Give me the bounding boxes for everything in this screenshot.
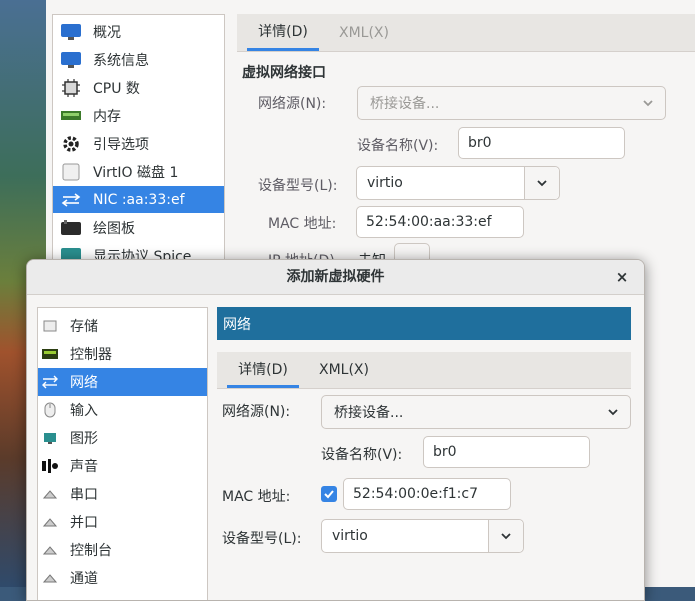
device-model-label: 设备型号(L):: [258, 178, 338, 194]
parallel-icon: [42, 514, 58, 530]
channel-icon: [42, 570, 58, 586]
list-item-label: 串口: [70, 487, 98, 503]
monitor-icon: [61, 51, 81, 69]
list-item-label: 网络: [70, 375, 98, 391]
network-source-value: 桥接设备...: [334, 405, 404, 421]
list-item-sound[interactable]: 声音: [38, 452, 207, 480]
sidebar-item-tablet[interactable]: 绘图板: [53, 214, 224, 241]
dialog-header: 添加新虚拟硬件 ×: [27, 260, 644, 295]
mac-field[interactable]: 52:54:00:aa:33:ef: [356, 206, 524, 238]
network-source-value: 桥接设备...: [370, 96, 440, 112]
list-item-label: 控制台: [70, 543, 112, 559]
sidebar-item-label: VirtIO 磁盘 1: [93, 164, 179, 181]
sidebar-item-boot[interactable]: 引导选项: [53, 130, 224, 157]
mac-field[interactable]: 52:54:00:0e:f1:c7: [343, 478, 511, 510]
close-icon[interactable]: ×: [612, 267, 632, 287]
gear-icon: [61, 135, 81, 153]
list-item-parallel[interactable]: 并口: [38, 508, 207, 536]
sidebar-item-nic[interactable]: NIC :aa:33:ef: [53, 186, 224, 213]
network-source-combo[interactable]: 桥接设备...: [357, 86, 666, 120]
device-name-label: 设备名称(V):: [357, 138, 439, 154]
sidebar-item-label: NIC :aa:33:ef: [93, 191, 185, 208]
graphics-icon: [42, 430, 58, 446]
add-hardware-dialog: 添加新虚拟硬件 × 存储 控制器 网络 输入 图形 声音 串口 并口 控制台 通…: [26, 259, 645, 601]
dialog-tabs: 详情(D) XML(X): [217, 352, 631, 389]
mac-label: MAC 地址:: [222, 489, 291, 505]
chevron-down-icon: [501, 533, 511, 540]
controller-icon: [42, 346, 58, 362]
mac-label: MAC 地址:: [268, 216, 337, 232]
sidebar-item-label: CPU 数: [93, 80, 140, 97]
list-item-label: 输入: [70, 403, 98, 419]
disk-icon: [61, 163, 81, 181]
sidebar-item-cpu[interactable]: CPU 数: [53, 74, 224, 101]
sidebar-item-memory[interactable]: 内存: [53, 102, 224, 129]
list-item-input[interactable]: 输入: [38, 396, 207, 424]
sidebar-item-label: 内存: [93, 108, 121, 125]
dropdown-button[interactable]: [524, 167, 559, 199]
chevron-down-icon: [643, 100, 653, 107]
sidebar-item-label: 绘图板: [93, 220, 135, 237]
sound-icon: [42, 458, 58, 474]
tab-xml[interactable]: XML(X): [329, 14, 399, 51]
mouse-icon: [42, 402, 58, 418]
device-name-label: 设备名称(V):: [321, 447, 403, 463]
list-item-graphics[interactable]: 图形: [38, 424, 207, 452]
chevron-down-icon: [608, 409, 618, 416]
serial-icon: [42, 486, 58, 502]
list-item-console[interactable]: 控制台: [38, 536, 207, 564]
list-item-label: 控制器: [70, 347, 112, 363]
list-item-controller[interactable]: 控制器: [38, 340, 207, 368]
sidebar-item-overview[interactable]: 概况: [53, 18, 224, 45]
sidebar-item-system-info[interactable]: 系统信息: [53, 46, 224, 73]
sidebar-item-label: 系统信息: [93, 52, 149, 69]
network-icon: [61, 191, 81, 209]
section-banner: 网络: [217, 307, 631, 340]
hardware-list: 概况 系统信息 CPU 数 内存 引导选项 VirtIO 磁盘 1 NIC :a…: [52, 14, 225, 276]
memory-icon: [61, 107, 81, 125]
tab-details[interactable]: 详情(D): [247, 14, 319, 51]
device-model-combo[interactable]: virtio: [356, 166, 560, 200]
device-model-value: virtio: [332, 528, 368, 544]
list-item-label: 通道: [70, 571, 98, 587]
console-icon: [42, 542, 58, 558]
dialog-title: 添加新虚拟硬件: [286, 269, 385, 285]
hardware-type-list: 存储 控制器 网络 输入 图形 声音 串口 并口 控制台 通道: [37, 307, 208, 600]
device-model-combo[interactable]: virtio: [321, 519, 524, 553]
dropdown-button[interactable]: [488, 520, 523, 552]
cpu-icon: [61, 78, 81, 97]
list-item-label: 声音: [70, 459, 98, 475]
list-item-channel[interactable]: 通道: [38, 564, 207, 592]
network-icon: [42, 374, 58, 390]
sidebar-item-disk[interactable]: VirtIO 磁盘 1: [53, 158, 224, 185]
sidebar-item-label: 概况: [93, 24, 121, 41]
tablet-icon: [61, 219, 81, 237]
device-name-field[interactable]: br0: [458, 127, 625, 159]
mac-checkbox[interactable]: [321, 486, 337, 502]
device-name-field[interactable]: br0: [423, 436, 590, 468]
list-item-serial[interactable]: 串口: [38, 480, 207, 508]
details-tabs: 详情(D) XML(X): [237, 14, 695, 52]
tab-details[interactable]: 详情(D): [227, 352, 299, 388]
list-item-label: 存储: [70, 319, 98, 335]
device-model-label: 设备型号(L):: [222, 531, 302, 547]
device-model-value: virtio: [367, 175, 403, 191]
checkmark-icon: [324, 490, 334, 499]
section-title: 虚拟网络接口: [242, 65, 326, 81]
list-item-network[interactable]: 网络: [38, 368, 207, 396]
network-source-label: 网络源(N):: [258, 96, 327, 112]
list-item-storage[interactable]: 存储: [38, 312, 207, 340]
list-item-label: 图形: [70, 431, 98, 447]
network-source-label: 网络源(N):: [222, 404, 291, 420]
storage-icon: [42, 318, 58, 334]
chevron-down-icon: [537, 180, 547, 187]
sidebar-item-label: 引导选项: [93, 136, 149, 153]
monitor-icon: [61, 23, 81, 41]
tab-xml[interactable]: XML(X): [309, 352, 379, 388]
network-source-combo[interactable]: 桥接设备...: [321, 395, 631, 429]
list-item-label: 并口: [70, 515, 98, 531]
